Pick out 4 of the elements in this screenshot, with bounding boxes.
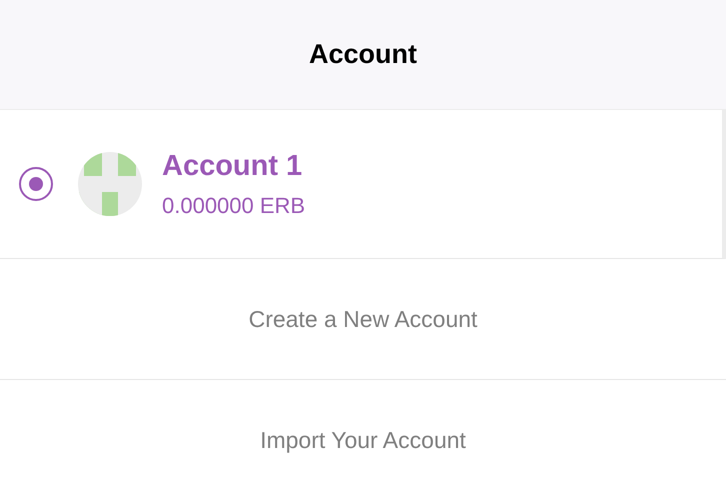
radio-button[interactable] [19, 167, 53, 201]
account-balance: 0.000000 ERB [162, 192, 306, 218]
page-title: Account [309, 39, 417, 70]
account-name: Account 1 [162, 150, 304, 182]
